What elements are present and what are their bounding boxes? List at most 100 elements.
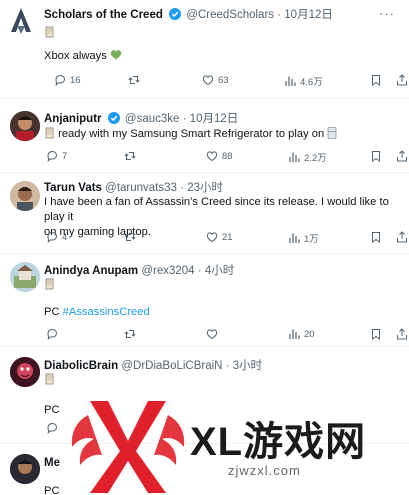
- divider: [0, 98, 409, 99]
- watermark-title: XL游戏网: [190, 420, 367, 464]
- tweet-time[interactable]: 23小时: [187, 182, 223, 194]
- author-handle[interactable]: @sauc3ke: [125, 113, 180, 125]
- scroll-emoji-icon: [44, 278, 397, 293]
- avatar[interactable]: [10, 262, 40, 292]
- bookmark-button[interactable]: [370, 74, 382, 86]
- tweet-header: DiabolicBrain @DrDiaBoLiCBraiN · 3小时: [44, 359, 262, 373]
- like-button[interactable]: 63: [202, 74, 229, 86]
- tweet-line: ready with my Samsung Smart Refrigerator…: [58, 128, 325, 140]
- retweet-button[interactable]: [128, 74, 140, 86]
- views-button[interactable]: 1万: [288, 231, 319, 245]
- tweet-header: Scholars of the Creed @CreedScholars · 1…: [44, 8, 333, 22]
- share-button[interactable]: [396, 328, 408, 340]
- reply-icon: [47, 328, 58, 340]
- bookmark-icon: [372, 151, 380, 162]
- tweet-text: Xbox always: [44, 26, 397, 64]
- reply-icon: [47, 150, 58, 162]
- tweet-actions: 16 63 4.6万: [44, 74, 407, 88]
- green-heart-icon: [110, 50, 122, 62]
- like-button[interactable]: 88: [206, 150, 233, 162]
- avatar[interactable]: [6, 6, 36, 36]
- share-button[interactable]: [396, 74, 408, 86]
- tweet-line: I have been a fan of Assassin's Creed si…: [44, 196, 389, 223]
- reply-button[interactable]: [46, 328, 58, 340]
- tweet-1[interactable]: Scholars of the Creed @CreedScholars · 1…: [0, 0, 409, 96]
- avatar[interactable]: [10, 454, 40, 484]
- tweet-time[interactable]: 4小时: [205, 265, 234, 277]
- tweet-2[interactable]: Anjaniputr @sauc3ke · 10月12日 ready with …: [0, 100, 409, 172]
- bookmark-icon: [372, 75, 380, 86]
- scroll-emoji-icon: [44, 26, 397, 41]
- author-name[interactable]: Me: [44, 457, 60, 469]
- watermark-url: zjwzxl.com: [228, 463, 301, 478]
- bookmark-button[interactable]: [370, 328, 382, 340]
- scroll-emoji-icon: [45, 127, 54, 139]
- avatar[interactable]: [10, 357, 40, 387]
- share-icon: [397, 231, 407, 243]
- fridge-emoji-icon: [327, 127, 337, 139]
- avatar[interactable]: [10, 181, 40, 211]
- tweet-header: Anjaniputr @sauc3ke · 10月12日: [44, 112, 238, 126]
- author-handle[interactable]: @CreedScholars: [186, 9, 274, 21]
- author-name[interactable]: Tarun Vats: [44, 182, 102, 194]
- tweet-time[interactable]: 10月12日: [190, 113, 239, 125]
- share-icon: [397, 150, 407, 162]
- bookmark-button[interactable]: [370, 150, 382, 162]
- reply-button[interactable]: 16: [54, 74, 81, 86]
- verified-badge-icon: [107, 112, 120, 124]
- retweet-button[interactable]: [124, 328, 136, 340]
- retweet-button[interactable]: [124, 231, 136, 243]
- hashtag-link[interactable]: #AssassinsCreed: [63, 306, 150, 318]
- views-button[interactable]: 20: [288, 328, 315, 340]
- author-name[interactable]: Scholars of the Creed: [44, 9, 163, 21]
- tweet-time[interactable]: 3小时: [233, 360, 262, 372]
- tweet-line: Xbox always: [44, 50, 107, 62]
- tweet-actions: 4 21 1万: [44, 231, 407, 245]
- tweet-text: ready with my Samsung Smart Refrigerator…: [44, 127, 397, 142]
- tweet-3[interactable]: Tarun Vats @tarunvats33 · 23小时 I have be…: [0, 173, 409, 253]
- views-icon: [289, 152, 300, 162]
- author-handle[interactable]: @tarunvats33: [105, 182, 177, 194]
- author-handle[interactable]: @rex3204: [141, 265, 194, 277]
- heart-icon: [206, 329, 218, 340]
- like-button[interactable]: 21: [206, 231, 233, 243]
- reply-button[interactable]: [46, 422, 58, 434]
- tweet-text: PC #AssassinsCreed: [44, 278, 397, 320]
- view-count: 2.2万: [304, 153, 327, 164]
- separator-dot: ·: [197, 265, 202, 277]
- avatar[interactable]: [10, 111, 40, 141]
- tweet-actions: 20: [44, 328, 407, 342]
- views-button[interactable]: 2.2万: [288, 150, 327, 164]
- like-count: 63: [218, 74, 229, 86]
- share-icon: [397, 74, 407, 86]
- author-name[interactable]: DiabolicBrain: [44, 360, 118, 372]
- retweet-icon: [124, 233, 136, 241]
- retweet-icon: [128, 76, 140, 84]
- tweet-header: Anindya Anupam @rex3204 · 4小时: [44, 264, 234, 278]
- author-handle[interactable]: @DrDiaBoLiCBraiN: [121, 360, 222, 372]
- author-name[interactable]: Anjaniputr: [44, 113, 102, 125]
- reply-icon: [47, 231, 58, 243]
- reply-icon: [55, 74, 66, 86]
- tweet-4[interactable]: Anindya Anupam @rex3204 · 4小时 PC #Assass…: [0, 254, 409, 346]
- retweet-icon: [124, 330, 136, 338]
- views-icon: [289, 329, 300, 339]
- views-icon: [289, 233, 300, 243]
- like-button[interactable]: [206, 328, 218, 340]
- view-count: 1万: [304, 234, 319, 245]
- retweet-icon: [124, 152, 136, 160]
- author-name[interactable]: Anindya Anupam: [44, 265, 138, 277]
- tweet-line: PC: [44, 306, 60, 318]
- bookmark-button[interactable]: [370, 231, 382, 243]
- more-options-button[interactable]: ···: [379, 6, 395, 21]
- share-button[interactable]: [396, 150, 408, 162]
- views-button[interactable]: 4.6万: [284, 74, 323, 88]
- share-button[interactable]: [396, 231, 408, 243]
- retweet-button[interactable]: [124, 150, 136, 162]
- reply-button[interactable]: 7: [46, 150, 67, 162]
- reply-count: 4: [62, 231, 68, 243]
- separator-dot: ·: [180, 182, 184, 194]
- reply-button[interactable]: 4: [46, 231, 67, 243]
- tweet-time[interactable]: 10月12日: [284, 9, 333, 21]
- views-icon: [285, 76, 296, 86]
